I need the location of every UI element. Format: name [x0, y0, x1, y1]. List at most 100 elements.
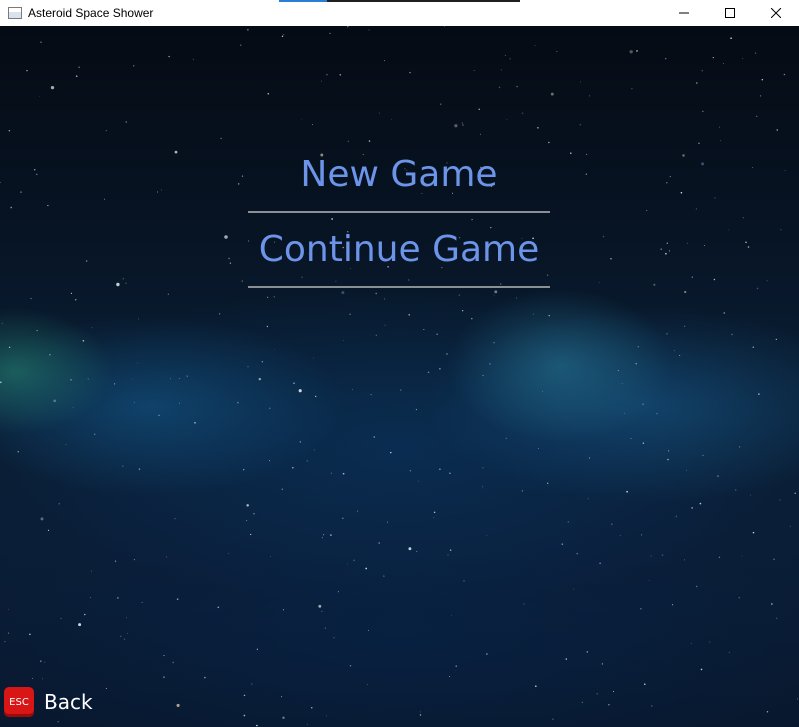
star	[601, 663, 604, 665]
star	[386, 521, 389, 523]
title-bar[interactable]: Asteroid Space Shower	[0, 0, 799, 26]
star	[383, 575, 385, 577]
star	[179, 402, 180, 404]
star	[104, 198, 105, 200]
star	[650, 555, 652, 557]
star	[635, 362, 637, 365]
star	[610, 258, 612, 260]
star	[728, 651, 730, 653]
star	[36, 330, 38, 332]
star	[723, 312, 726, 314]
star	[449, 675, 451, 677]
star	[375, 292, 377, 295]
star	[8, 609, 10, 611]
star	[660, 248, 662, 250]
star	[176, 703, 180, 707]
star	[324, 627, 326, 629]
star	[596, 693, 598, 695]
star	[664, 57, 667, 60]
star	[444, 26, 445, 27]
star	[247, 29, 249, 31]
star	[439, 468, 441, 470]
star	[26, 69, 28, 72]
star	[532, 313, 534, 315]
star	[416, 551, 418, 553]
continue-game-button[interactable]: Continue Game	[248, 213, 550, 288]
star	[87, 378, 89, 380]
star	[675, 515, 678, 518]
star	[478, 108, 480, 110]
star	[282, 33, 285, 36]
star	[691, 276, 693, 278]
star	[266, 325, 269, 328]
star	[299, 441, 301, 443]
star	[636, 50, 638, 52]
star	[419, 711, 421, 713]
star	[292, 466, 294, 469]
star	[341, 291, 345, 295]
star	[648, 580, 650, 582]
game-canvas: New Game Continue Game ESC Back	[0, 26, 799, 727]
star	[534, 685, 537, 688]
star	[160, 189, 162, 191]
star	[116, 282, 120, 287]
star	[133, 401, 135, 403]
star	[40, 41, 42, 43]
star	[674, 349, 676, 351]
star	[446, 353, 448, 355]
star	[640, 534, 643, 536]
star	[576, 552, 578, 555]
star	[471, 317, 473, 320]
star	[686, 242, 688, 244]
star	[391, 119, 393, 121]
star	[771, 603, 773, 605]
star	[349, 665, 352, 667]
star	[114, 560, 117, 562]
star	[313, 449, 316, 451]
star	[384, 324, 386, 326]
star	[742, 57, 744, 59]
star	[373, 436, 376, 438]
star	[256, 724, 258, 727]
application-icon	[8, 7, 22, 19]
star	[745, 241, 747, 244]
star	[542, 390, 543, 392]
star	[125, 282, 127, 284]
star	[486, 653, 488, 655]
minimize-button[interactable]	[661, 0, 707, 26]
back-button[interactable]: ESC Back	[4, 687, 93, 717]
maximize-button[interactable]	[707, 0, 753, 26]
star	[126, 632, 128, 634]
star	[481, 486, 484, 488]
star	[631, 88, 633, 90]
star	[713, 278, 716, 281]
new-game-button[interactable]: New Game	[248, 138, 550, 213]
star	[509, 58, 511, 60]
star	[44, 661, 46, 663]
star	[47, 204, 49, 207]
star	[702, 454, 704, 456]
star	[120, 635, 122, 637]
close-button[interactable]	[753, 0, 799, 26]
star	[70, 378, 72, 381]
star	[349, 313, 351, 315]
star	[701, 69, 704, 72]
back-label: Back	[44, 690, 93, 714]
star	[458, 294, 461, 296]
star	[780, 229, 782, 231]
star	[415, 408, 418, 411]
star	[57, 721, 59, 723]
star	[776, 617, 778, 619]
star	[1, 322, 3, 324]
star	[0, 381, 2, 384]
star	[70, 292, 72, 294]
star	[516, 297, 518, 299]
star	[537, 447, 539, 449]
esc-key-icon: ESC	[4, 687, 34, 717]
taskbar-strip-fill	[279, 0, 328, 2]
star	[217, 606, 220, 609]
star	[789, 525, 791, 527]
star	[796, 698, 798, 700]
star	[447, 554, 449, 556]
star	[281, 488, 284, 491]
